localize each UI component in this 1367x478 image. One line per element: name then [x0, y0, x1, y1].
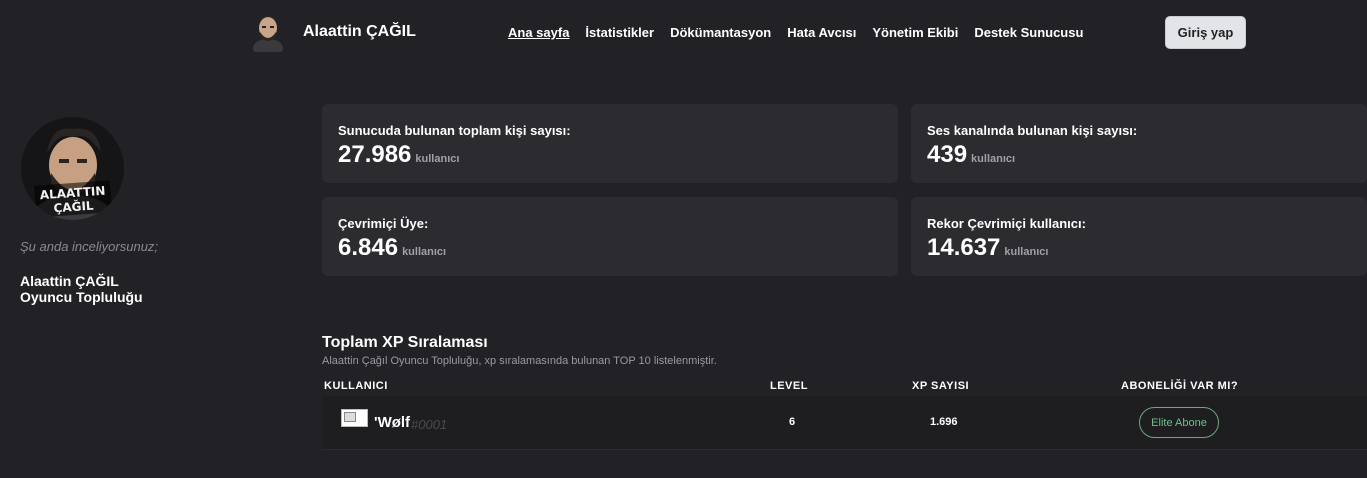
- server-name-line2: Oyuncu Topluluğu: [20, 289, 143, 305]
- stat-card-record-online: Rekor Çevrimiçi kullanıcı: 14.637 kullanı…: [911, 197, 1367, 276]
- column-header-user: KULLANICI: [324, 380, 388, 392]
- nav-support-server[interactable]: Destek Sunucusu: [974, 25, 1083, 40]
- login-button[interactable]: Giriş yap: [1165, 16, 1246, 49]
- nav-management-team[interactable]: Yönetim Ekibi: [872, 25, 958, 40]
- nav-bug-hunter[interactable]: Hata Avcısı: [787, 25, 856, 40]
- stat-label: Rekor Çevrimiçi kullanıcı:: [927, 216, 1086, 231]
- user-level: 6: [789, 416, 796, 428]
- brand-title[interactable]: Alaattin ÇAĞIL: [303, 23, 416, 41]
- stat-card-voice-members: Ses kanalında bulunan kişi sayısı: 439 ku…: [911, 104, 1367, 183]
- nav-home[interactable]: Ana sayfa: [508, 25, 569, 40]
- stat-label: Ses kanalında bulunan kişi sayısı:: [927, 123, 1138, 138]
- nav-documentation[interactable]: Dökümantasyon: [670, 25, 771, 40]
- server-avatar: ALAATTIN ÇAĞIL: [21, 117, 124, 220]
- nav-statistics[interactable]: İstatistikler: [585, 25, 654, 40]
- stat-unit: kullanıcı: [402, 246, 447, 258]
- stat-card-total-members: Sunucuda bulunan toplam kişi sayısı: 27.…: [322, 104, 898, 183]
- stat-value: 6.846: [338, 234, 399, 261]
- server-name: Alaattin ÇAĞIL Oyuncu Topluluğu: [20, 273, 143, 305]
- subscription-badge: Elite Abone: [1139, 407, 1219, 438]
- column-header-subscription: ABONELİĞİ VAR MI?: [1121, 380, 1239, 392]
- top-navbar: Alaattin ÇAĞIL Ana sayfa İstatistikler D…: [0, 0, 1367, 64]
- stat-value: 439: [927, 141, 968, 168]
- stat-unit: kullanıcı: [971, 153, 1016, 165]
- stat-card-online-members: Çevrimiçi Üye: 6.846 kullanıcı: [322, 197, 898, 276]
- main-nav: Ana sayfa İstatistikler Dökümantasyon Ha…: [508, 25, 1099, 40]
- user-avatar-image: [341, 409, 368, 427]
- stat-value: 14.637: [927, 234, 1001, 261]
- stat-unit: kullanıcı: [415, 153, 460, 165]
- user-xp: 1.696: [930, 416, 958, 428]
- brand-avatar[interactable]: [252, 12, 284, 57]
- server-name-line1: Alaattin ÇAĞIL: [20, 273, 119, 289]
- user-tag: #0001: [411, 417, 448, 432]
- stat-label: Sunucuda bulunan toplam kişi sayısı:: [338, 123, 571, 138]
- avatar-text-line2: ÇAĞIL: [53, 198, 94, 216]
- viewing-label: Şu anda inceliyorsunuz;: [20, 239, 159, 254]
- stat-label: Çevrimiçi Üye:: [338, 216, 429, 231]
- stat-unit: kullanıcı: [1004, 246, 1049, 258]
- leaderboard-title: Toplam XP Sıralaması: [322, 334, 488, 351]
- stat-value: 27.986: [338, 141, 412, 168]
- column-header-xp: XP SAYISI: [912, 380, 970, 392]
- leaderboard-subtitle: Alaattin Çağıl Oyuncu Topluluğu, xp sıra…: [322, 355, 717, 367]
- user-name: 'Wølf: [374, 414, 411, 431]
- column-header-level: LEVEL: [770, 380, 808, 392]
